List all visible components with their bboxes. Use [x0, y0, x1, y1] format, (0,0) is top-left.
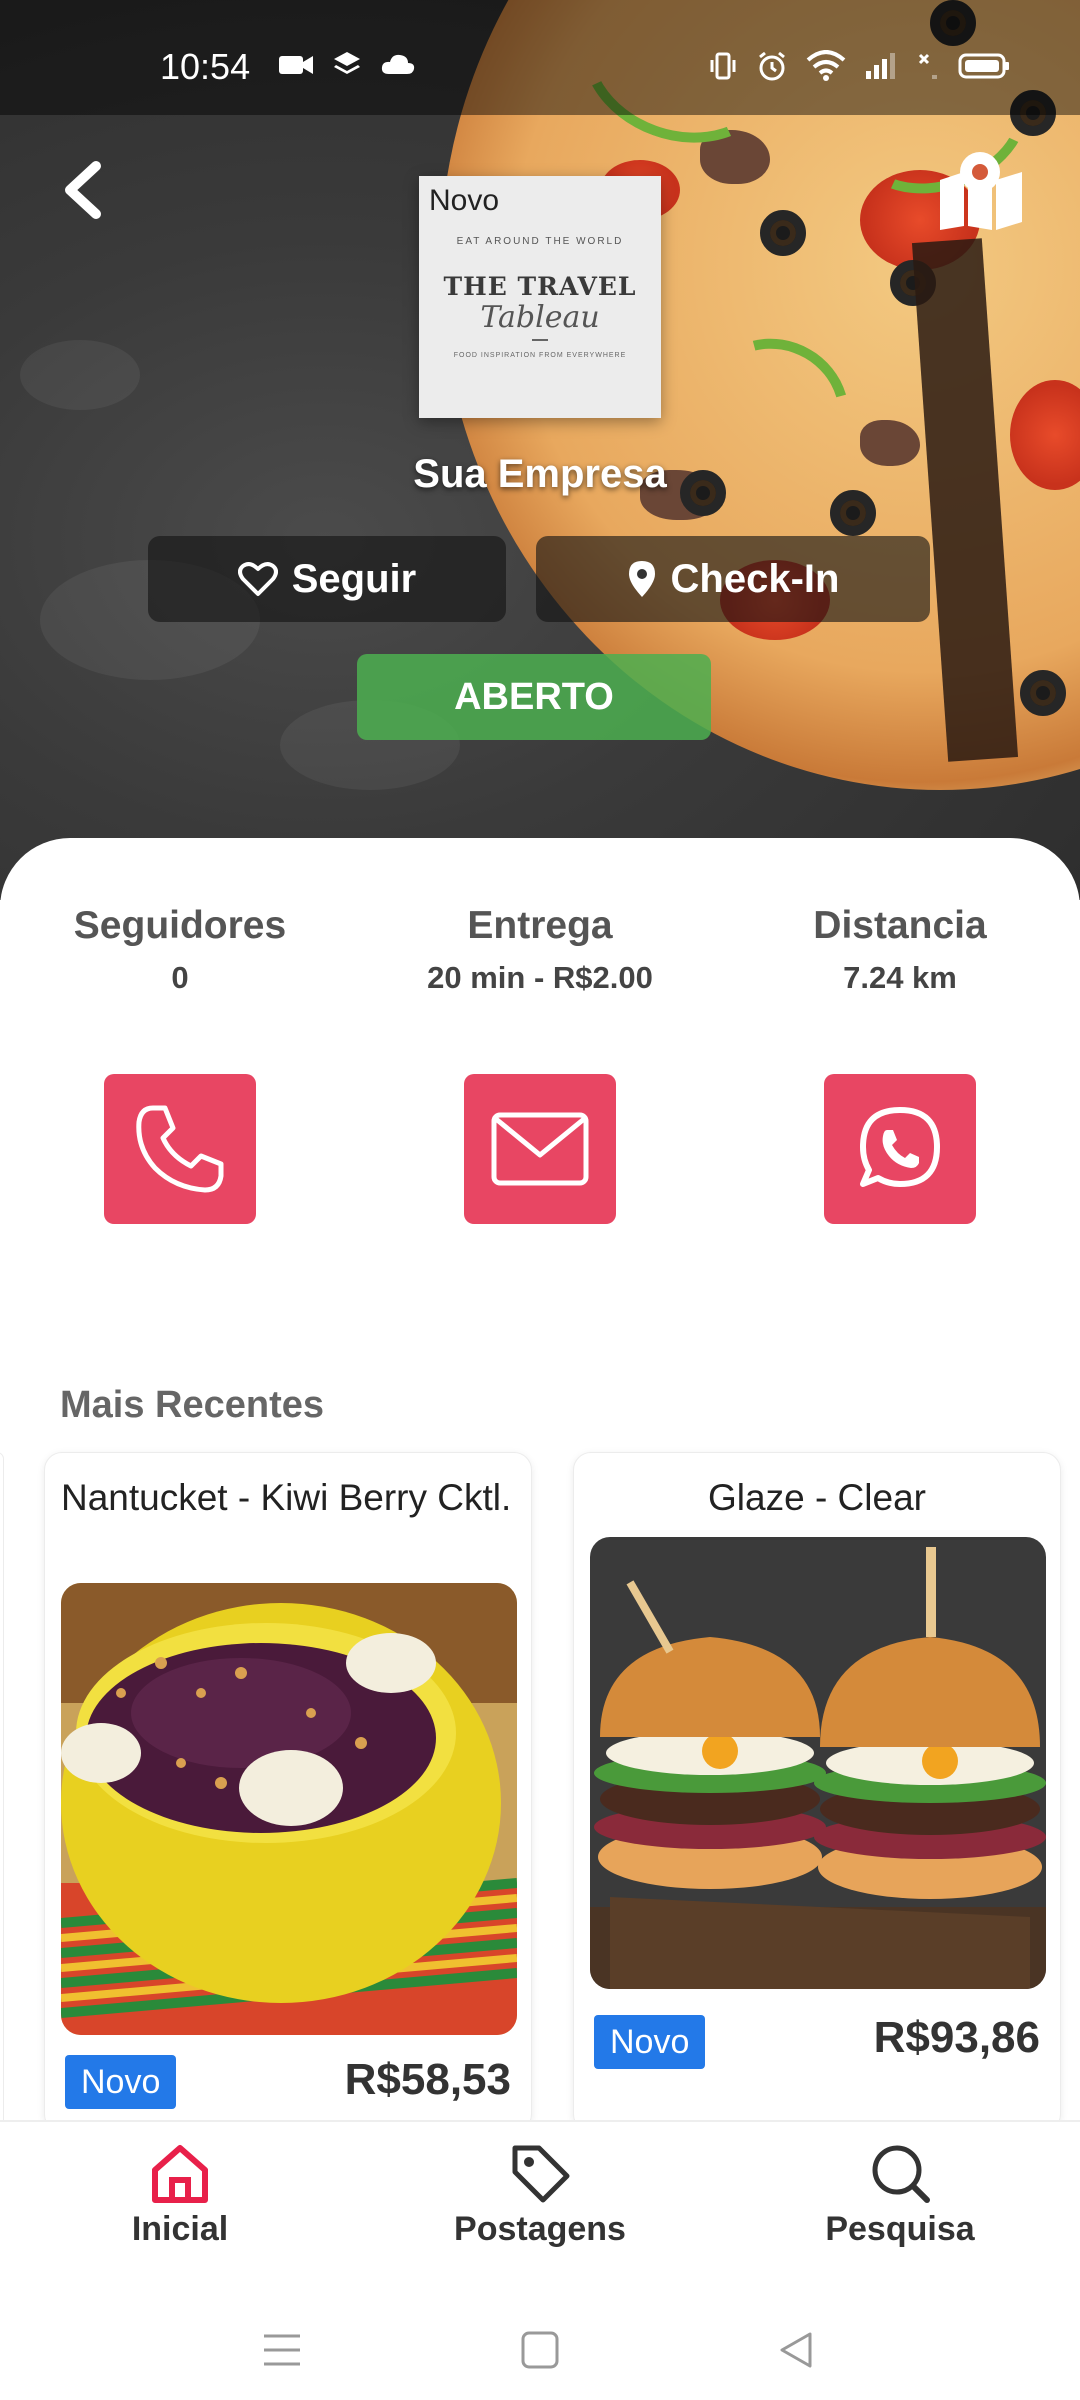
- tag-icon: [512, 2145, 570, 2203]
- call-button[interactable]: [104, 1074, 256, 1224]
- logo-divider: [532, 339, 548, 341]
- follow-label: Seguir: [291, 556, 417, 601]
- alarm-icon: [759, 51, 785, 81]
- nav-item-posts[interactable]: Postagens: [360, 2140, 720, 2249]
- layers-icon: [334, 52, 360, 74]
- business-logo: Novo EAT AROUND THE WORLD THE TRAVEL Tab…: [419, 176, 661, 418]
- logo-main-text: THE TRAVEL: [443, 272, 637, 301]
- battery-icon: [958, 53, 1009, 79]
- home-square-icon[interactable]: [520, 2330, 560, 2370]
- stat-value: 7.24 km: [843, 960, 957, 995]
- new-badge: Novo: [594, 2015, 706, 2069]
- nav-label: Inicial: [131, 2210, 229, 2248]
- open-status-badge: ABERTO: [357, 654, 711, 740]
- phone-icon: [136, 1105, 224, 1193]
- burgers-image: [590, 1537, 1046, 1989]
- system-navigation-bar: [0, 2290, 1080, 2400]
- signal-icon: [866, 53, 895, 79]
- menu-icon[interactable]: [262, 2332, 302, 2368]
- company-name: Sua Empresa: [413, 452, 667, 496]
- wifi-icon: [806, 50, 846, 81]
- stat-value: 0: [171, 960, 189, 995]
- stat-label: Seguidores: [73, 904, 287, 947]
- header-banner: [0, 0, 1080, 900]
- stat-delivery: Entrega 20 min - R$2.00: [360, 904, 720, 996]
- checkin-button[interactable]: Check-In: [536, 536, 930, 622]
- post-card[interactable]: Glaze - Clear Novo R$93,86: [573, 1452, 1061, 2132]
- vibrate-icon: [710, 52, 736, 80]
- location-pin-icon: [628, 561, 655, 597]
- post-price: R$58,53: [344, 2055, 511, 2104]
- nav-item-home[interactable]: Inicial: [0, 2140, 360, 2249]
- post-title: Glaze - Clear: [708, 1477, 926, 1518]
- search-icon: [872, 2145, 930, 2203]
- heart-icon: [237, 562, 278, 596]
- status-time: 10:54: [160, 46, 251, 87]
- no-signal-icon: [918, 53, 937, 79]
- bottom-navigation: Inicial Postagens Pesquisa: [0, 2120, 1080, 2290]
- post-price: R$93,86: [873, 2013, 1040, 2062]
- mail-icon: [491, 1112, 589, 1186]
- logo-new-badge: Novo: [429, 184, 500, 217]
- whatsapp-icon: [860, 1107, 940, 1187]
- stat-label: Entrega: [467, 904, 613, 947]
- logo-arc-text: EAT AROUND THE WORLD: [456, 236, 624, 247]
- nav-item-search[interactable]: Pesquisa: [720, 2140, 1080, 2249]
- back-triangle-icon[interactable]: [776, 2330, 816, 2370]
- logo-script-text: Tableau: [480, 300, 600, 335]
- status-bar: 10:54: [0, 0, 1080, 115]
- post-card[interactable]: Nantucket - Kiwi Berry Cktl. Novo R$58,5…: [44, 1452, 532, 2132]
- whatsapp-button[interactable]: [824, 1074, 976, 1224]
- logo-tagline: FOOD INSPIRATION FROM EVERYWHERE: [453, 352, 627, 359]
- new-badge: Novo: [65, 2055, 177, 2109]
- card-partial-left: [0, 1452, 4, 2132]
- nav-label: Pesquisa: [825, 2210, 975, 2248]
- back-chevron-icon[interactable]: [56, 160, 116, 220]
- acai-bowl-image: [61, 1583, 517, 2035]
- cloud-icon: [381, 54, 415, 74]
- email-button[interactable]: [464, 1074, 616, 1224]
- section-title-recent: Mais Recentes: [60, 1384, 325, 1426]
- stat-followers: Seguidores 0: [0, 904, 360, 996]
- stat-value: 20 min - R$2.00: [427, 960, 653, 995]
- stat-distance: Distancia 7.24 km: [720, 904, 1080, 996]
- map-icon[interactable]: [938, 150, 1024, 230]
- nav-label: Postagens: [454, 2210, 626, 2248]
- stat-label: Distancia: [813, 904, 987, 947]
- home-icon: [152, 2145, 208, 2203]
- checkin-label: Check-In: [670, 556, 840, 601]
- follow-button[interactable]: Seguir: [148, 536, 506, 622]
- post-title: Nantucket - Kiwi Berry Cktl.: [61, 1477, 512, 1518]
- video-icon: [279, 56, 313, 74]
